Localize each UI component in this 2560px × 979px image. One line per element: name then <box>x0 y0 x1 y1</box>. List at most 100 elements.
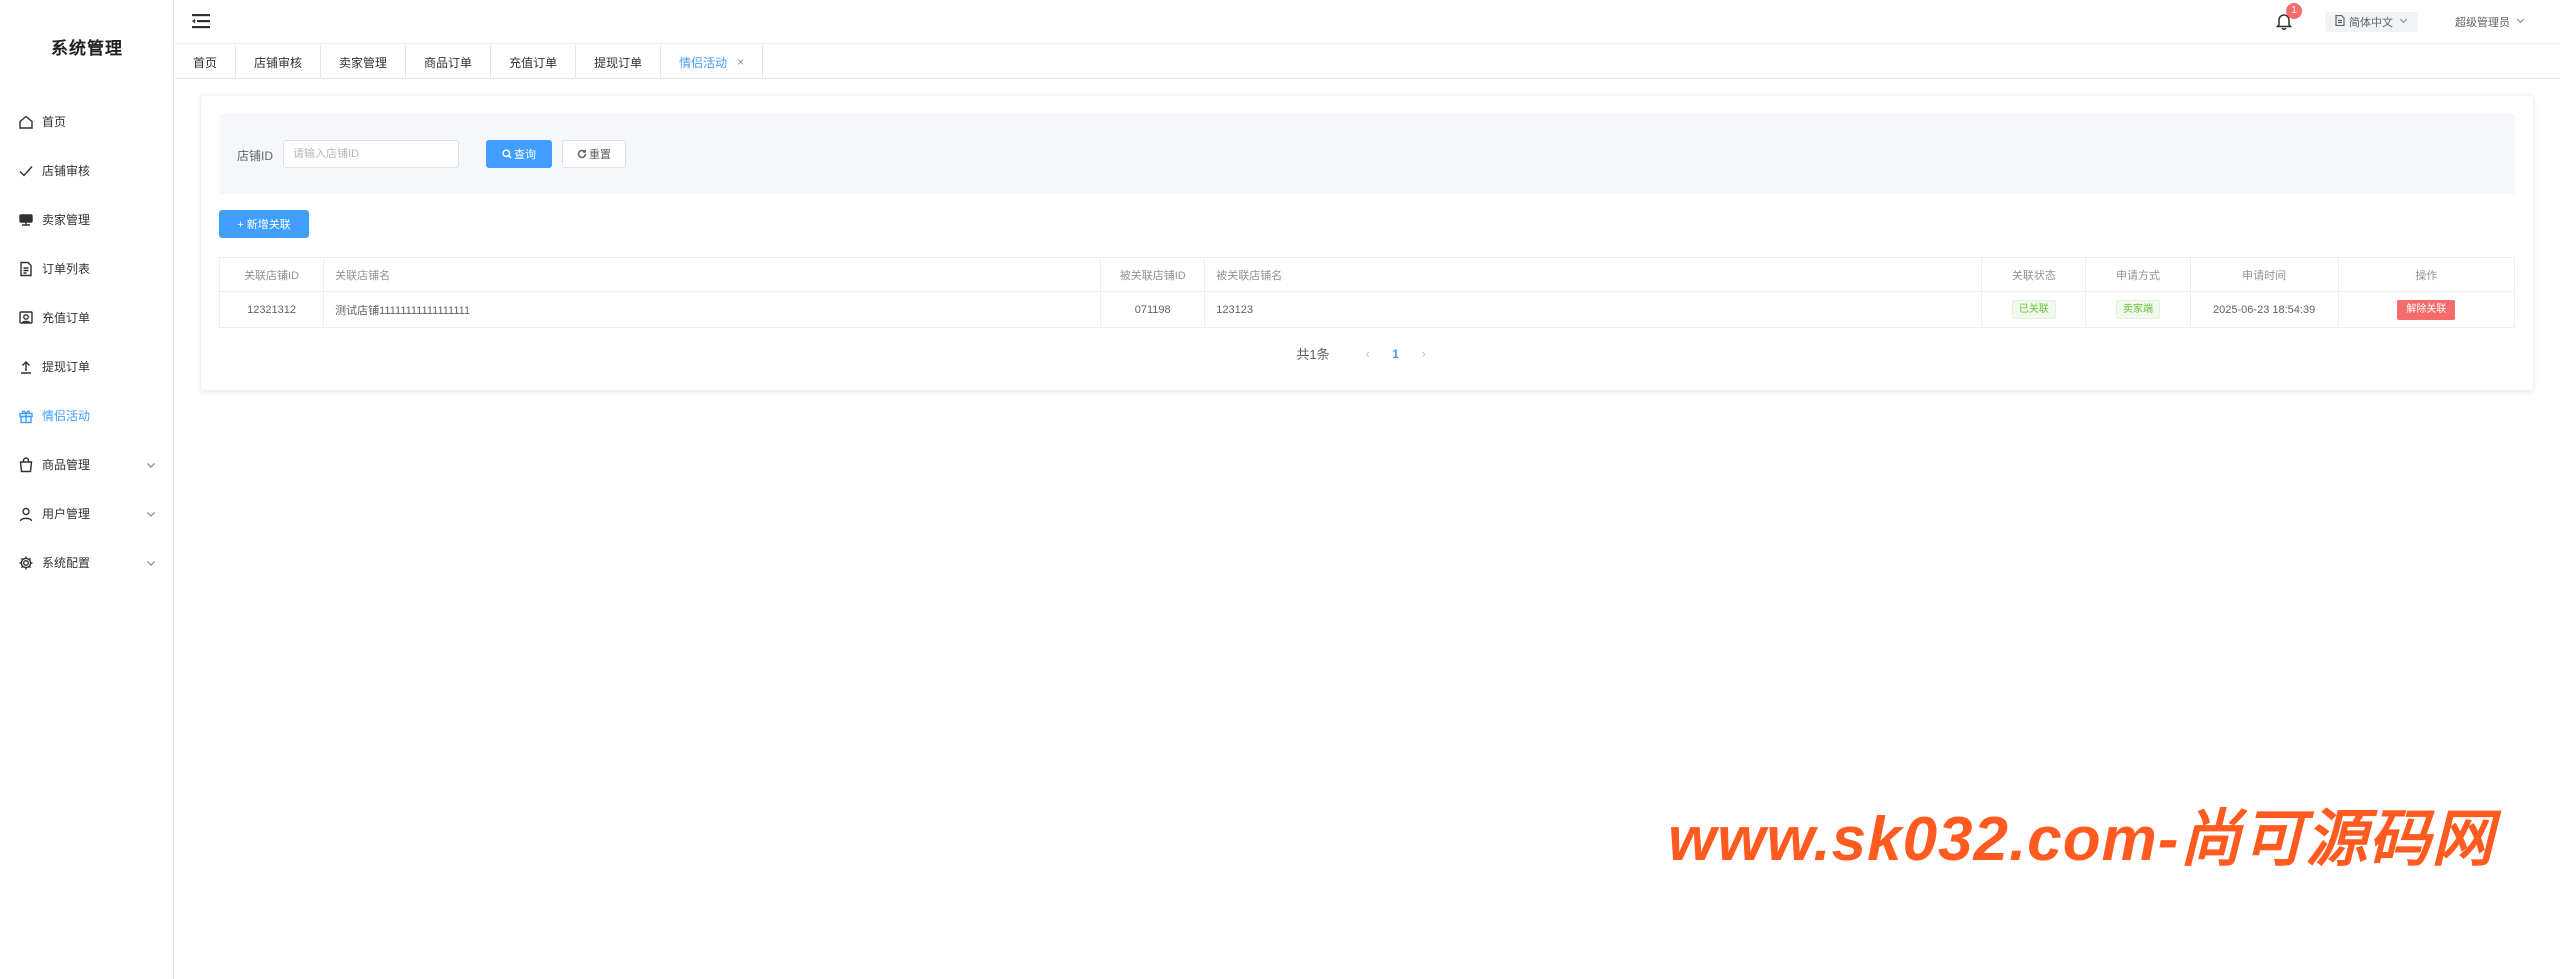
tab-label: 充值订单 <box>509 55 558 70</box>
chevron-down-icon <box>146 557 156 567</box>
tag-views-bar: 首页 店铺审核 卖家管理 商品订单 充值订单 提现订单 情侣活动 × <box>175 45 2560 79</box>
table-row: 12321312 测试店铺11111111111111111 071198 12… <box>218 291 2516 328</box>
cell-linked-shop-id: 071198 <box>1100 291 1206 328</box>
column-header: 被关联店铺名 <box>1204 257 1983 292</box>
sidebar-item-label: 卖家管理 <box>42 213 91 227</box>
tab-label: 店铺审核 <box>254 55 303 70</box>
sidebar-item-label: 店铺审核 <box>42 164 91 178</box>
sidebar-item-product-management[interactable]: 商品管理 <box>0 440 174 489</box>
cell-status: 已关联 <box>1981 291 2087 328</box>
user-icon <box>18 506 34 522</box>
tab-label: 卖家管理 <box>339 55 388 70</box>
link-table: 关联店铺ID 关联店铺名 被关联店铺ID 被关联店铺名 关联状态 申请方式 申请… <box>218 257 2516 328</box>
cell-shop-id: 12321312 <box>218 291 325 328</box>
search-button-label: 查询 <box>514 149 536 161</box>
unlink-button[interactable]: 解除关联 <box>2397 299 2456 320</box>
sidebar-item-seller-management[interactable]: 卖家管理 <box>0 195 174 244</box>
sidebar-item-user-management[interactable]: 用户管理 <box>0 489 174 538</box>
tab-home[interactable]: 首页 <box>175 45 237 79</box>
table-header-row: 关联店铺ID 关联店铺名 被关联店铺ID 被关联店铺名 关联状态 申请方式 申请… <box>218 257 2516 292</box>
tab-withdraw-orders[interactable]: 提现订单 <box>576 45 662 79</box>
refresh-icon <box>577 149 587 159</box>
cell-shop-name: 测试店铺11111111111111111 <box>323 291 1102 328</box>
settings-icon <box>18 555 34 571</box>
sidebar-item-label: 情侣活动 <box>42 409 91 423</box>
sidebar-item-label: 系统配置 <box>42 556 91 570</box>
home-icon <box>18 114 34 130</box>
sidebar-item-recharge-orders[interactable]: 充值订单 <box>0 293 174 342</box>
column-header: 申请时间 <box>2190 257 2339 292</box>
chevron-down-icon <box>2510 16 2525 28</box>
tab-seller-management[interactable]: 卖家管理 <box>321 45 407 79</box>
document-icon <box>18 261 34 277</box>
next-page-button[interactable]: › <box>1410 346 1438 361</box>
status-badge: 已关联 <box>2011 300 2056 319</box>
sidebar-item-shop-review[interactable]: 店铺审核 <box>0 146 174 195</box>
sidebar-item-couple-activity[interactable]: 情侣活动 <box>0 391 174 440</box>
column-header: 申请方式 <box>2085 257 2191 292</box>
page-number[interactable]: 1 <box>1382 347 1410 361</box>
notification-bell-icon[interactable]: 1 <box>2275 3 2302 30</box>
column-header: 关联店铺ID <box>218 257 325 292</box>
sidebar-item-label: 订单列表 <box>42 262 91 276</box>
reset-button-label: 重置 <box>589 149 611 161</box>
notification-badge: 1 <box>2286 3 2302 19</box>
sidebar-item-label: 提现订单 <box>42 360 91 374</box>
tab-label: 情侣活动 <box>679 55 728 70</box>
tab-label: 商品订单 <box>424 55 473 70</box>
shop-id-input[interactable] <box>283 140 459 168</box>
sidebar-item-system-config[interactable]: 系统配置 <box>0 538 174 587</box>
seller-icon <box>18 212 34 228</box>
tab-shop-review[interactable]: 店铺审核 <box>236 45 322 79</box>
sidebar-item-order-list[interactable]: 订单列表 <box>0 244 174 293</box>
search-button[interactable]: 查询 <box>486 140 552 168</box>
tab-product-orders[interactable]: 商品订单 <box>406 45 492 79</box>
content-card: 店铺ID 查询 重置 + 新增关联 关联店铺ID 关联店铺名 被关联店铺ID 被… <box>201 96 2533 390</box>
filter-panel: 店铺ID 查询 重置 <box>219 114 2515 194</box>
sidebar-item-label: 商品管理 <box>42 458 91 472</box>
cell-linked-shop-name: 123123 <box>1204 291 1983 328</box>
method-badge: 卖家端 <box>2115 300 2160 319</box>
sidebar-item-label: 用户管理 <box>42 507 91 521</box>
sidebar-item-home[interactable]: 首页 <box>0 97 174 146</box>
sidebar-item-label: 首页 <box>42 115 67 129</box>
user-name: 超级管理员 <box>2455 17 2510 29</box>
upload-icon <box>18 359 34 375</box>
close-icon[interactable]: × <box>737 55 744 69</box>
document-icon <box>2335 14 2349 29</box>
tab-label: 首页 <box>193 55 218 70</box>
sidebar-item-withdraw-orders[interactable]: 提现订单 <box>0 342 174 391</box>
chevron-down-icon <box>146 459 156 469</box>
tab-label: 提现订单 <box>594 55 643 70</box>
bag-icon <box>18 456 34 473</box>
language-label: 简体中文 <box>2349 17 2393 29</box>
watermark: www.sk032.com-尚可源码网 <box>1668 805 2495 874</box>
pagination: 共1条 ‹ 1 › <box>201 344 2533 363</box>
tab-couple-activity[interactable]: 情侣活动 × <box>661 45 764 79</box>
add-link-button[interactable]: + 新增关联 <box>219 210 309 238</box>
top-header: 1 简体中文 超级管理员 <box>175 0 2560 44</box>
pagination-total: 共1条 <box>1296 347 1330 362</box>
prev-page-button[interactable]: ‹ <box>1354 346 1382 361</box>
menu-toggle-icon[interactable] <box>191 12 211 30</box>
cell-method: 卖家端 <box>2085 291 2191 328</box>
sidebar-menu: 首页 店铺审核 卖家管理 订单列表 充值订单 提现订单 情侣活动 商品管理 用户… <box>0 97 174 587</box>
sidebar-item-label: 充值订单 <box>42 311 91 325</box>
column-header: 被关联店铺ID <box>1100 257 1206 292</box>
cell-actions: 解除关联 <box>2338 291 2516 328</box>
chevron-down-icon <box>146 508 156 518</box>
check-icon <box>18 163 34 179</box>
search-icon <box>502 149 512 159</box>
brand-title: 系统管理 <box>51 39 123 58</box>
gift-icon <box>18 408 34 424</box>
shop-id-label: 店铺ID <box>237 149 274 163</box>
column-header: 操作 <box>2338 257 2516 292</box>
column-header: 关联店铺名 <box>323 257 1102 292</box>
reset-button[interactable]: 重置 <box>562 140 626 168</box>
user-menu[interactable]: 超级管理员 <box>2455 14 2525 30</box>
language-select[interactable]: 简体中文 <box>2325 12 2418 32</box>
cell-time: 2025-06-23 18:54:39 <box>2190 291 2339 328</box>
column-header: 关联状态 <box>1981 257 2087 292</box>
sidebar: 系统管理 首页 店铺审核 卖家管理 订单列表 充值订单 提现订单 情侣活动 商品… <box>0 0 174 979</box>
tab-recharge-orders[interactable]: 充值订单 <box>491 45 577 79</box>
